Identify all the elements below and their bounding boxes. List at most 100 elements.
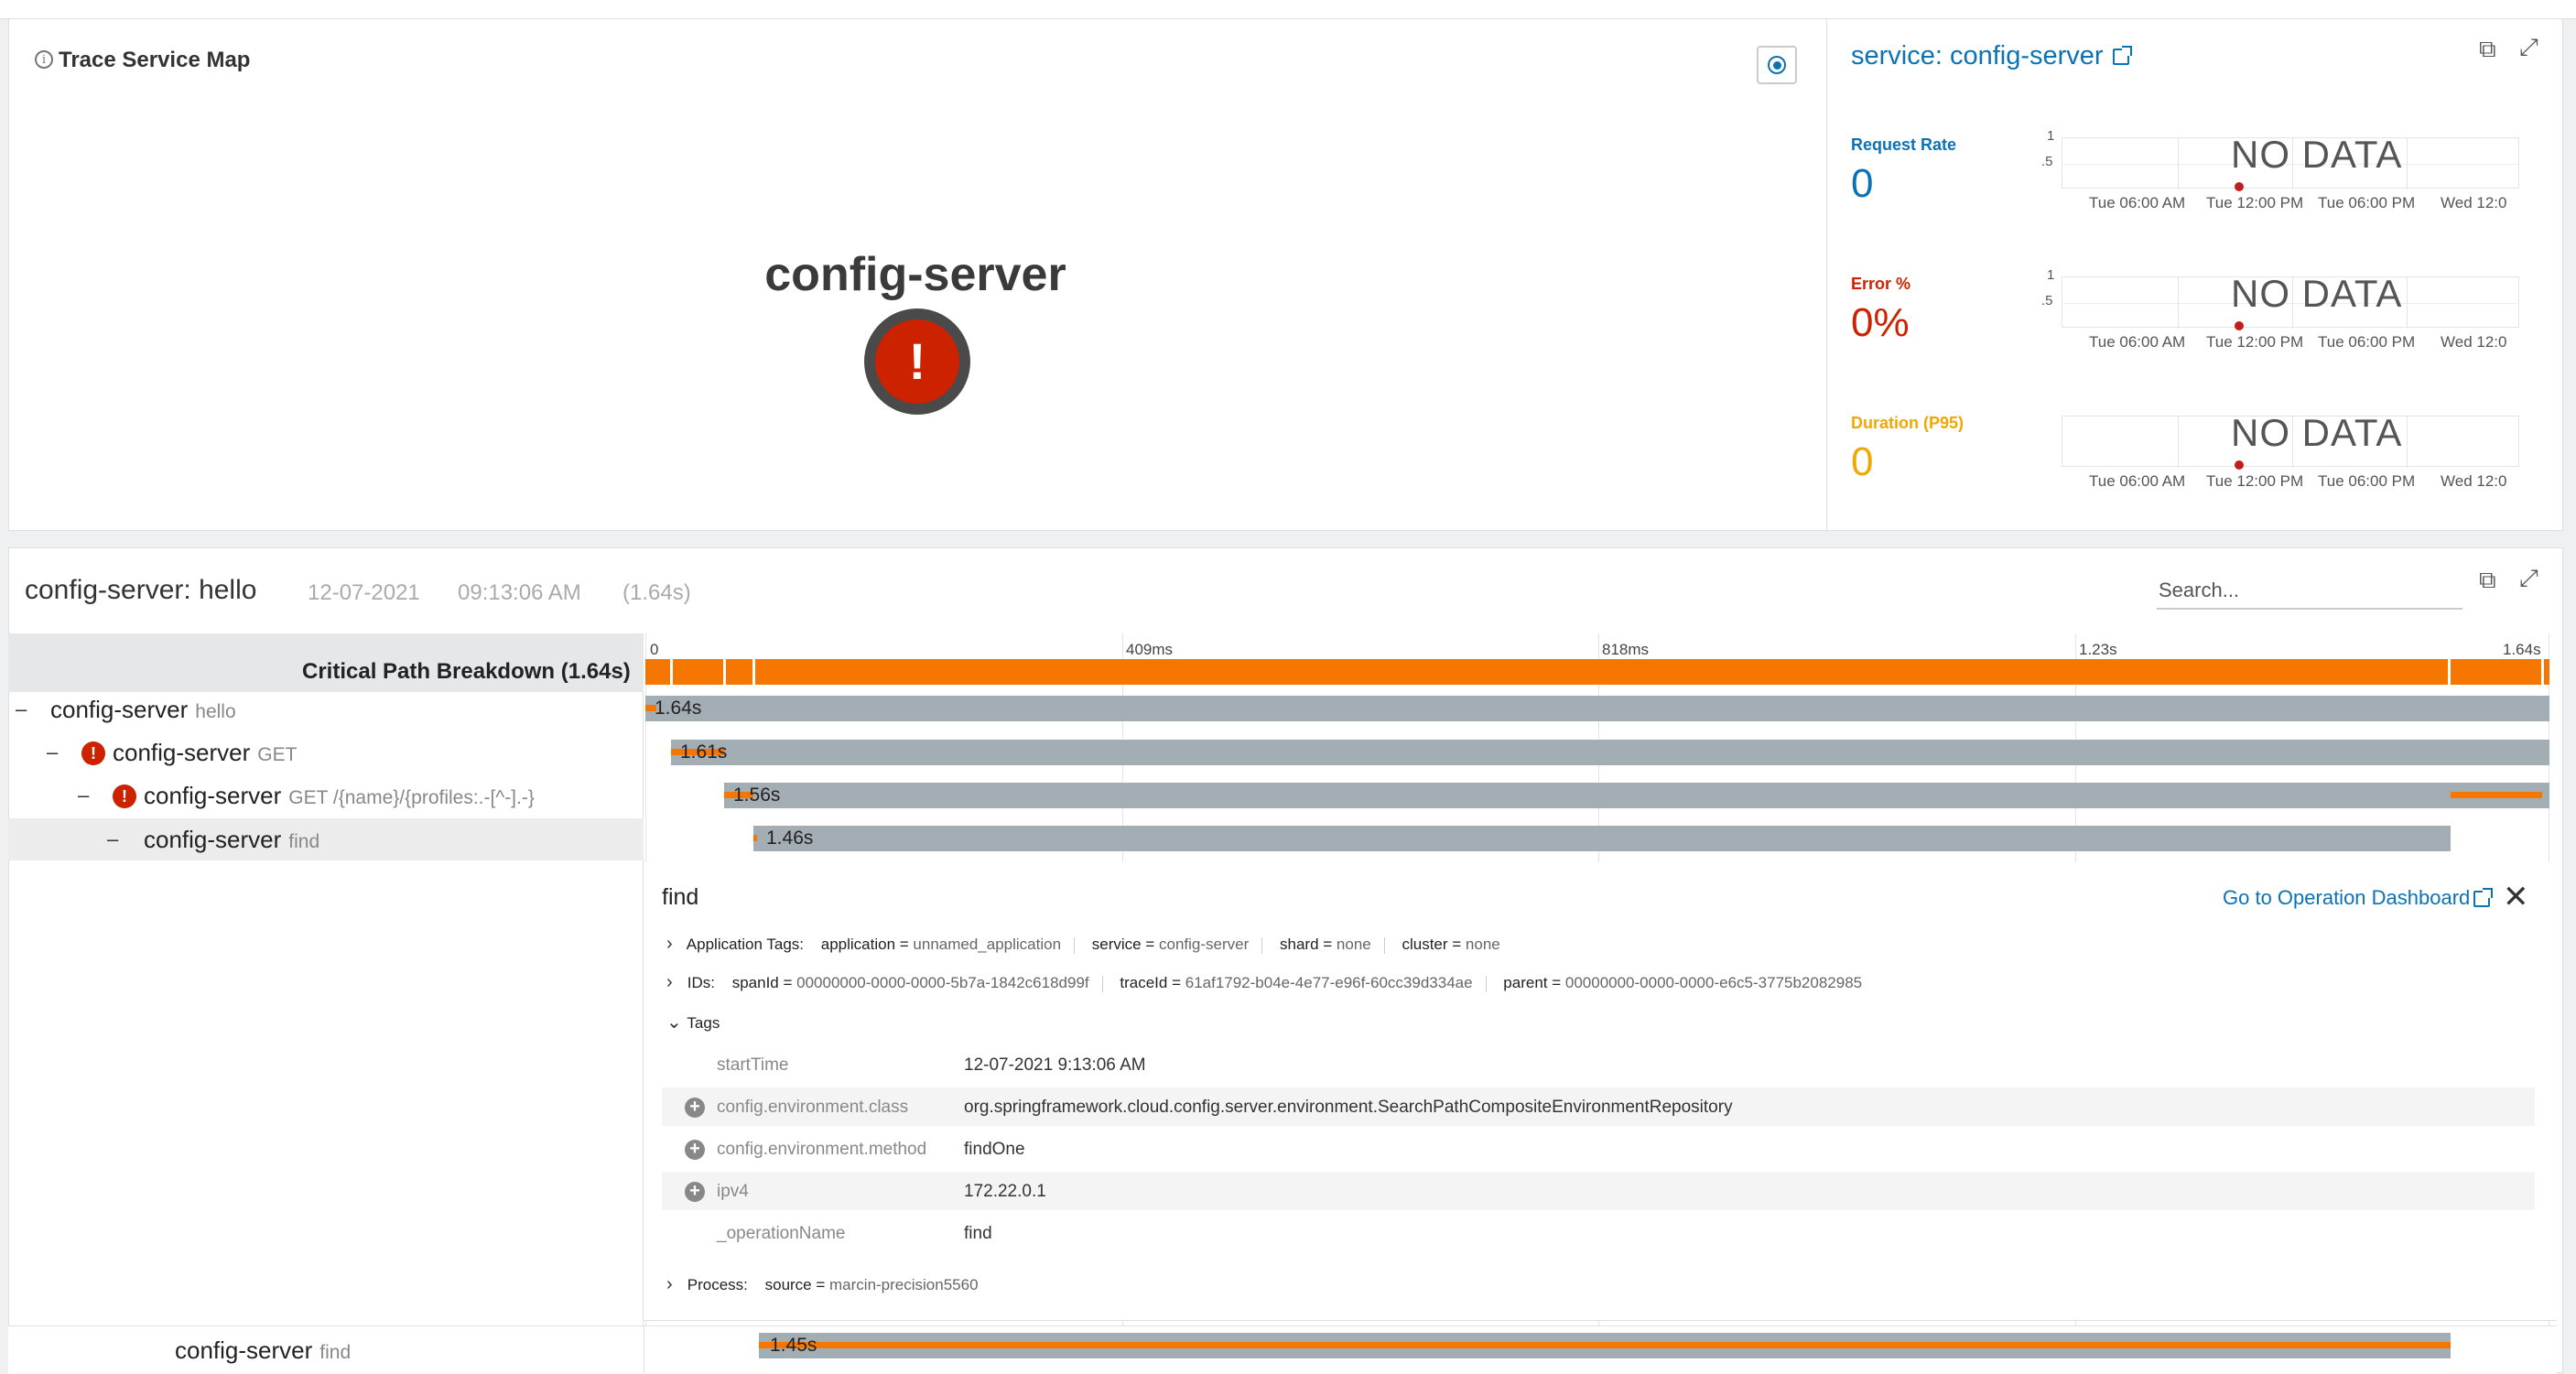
- trace-time: 09:13:06 AM: [458, 580, 581, 605]
- error-rate-label: Error %: [1851, 275, 1911, 293]
- time-tick: 409ms: [1126, 641, 1174, 658]
- chart-plot-area: NO DATA: [2062, 133, 2520, 191]
- external-link-icon: [2473, 888, 2494, 908]
- span-operation: GET /{name}/{profiles:.-[^-].-}: [288, 787, 535, 808]
- no-data-label: NO DATA: [2231, 272, 2403, 315]
- y-tick: .5: [2041, 293, 2053, 308]
- error-rate-value: 0%: [1851, 300, 1910, 345]
- time-tick: 1.64s: [2503, 641, 2541, 658]
- data-point: [2235, 182, 2244, 191]
- time-tick: 0: [650, 641, 659, 658]
- span-bar-label: 1.61s: [680, 741, 728, 763]
- error-icon: !: [875, 319, 959, 404]
- span-service: config-server: [144, 782, 282, 809]
- collapse-toggle[interactable]: –: [16, 698, 27, 721]
- error-rate-chart[interactable]: 1 .5 NO DATA Tue 06:00 AM Tue 12:00 PM T…: [2025, 267, 2520, 351]
- span-detail-title: find: [662, 884, 699, 910]
- span-bar[interactable]: 1.64s: [645, 696, 2549, 721]
- tag-value: 172.22.0.1: [964, 1182, 1046, 1201]
- duration-chart[interactable]: NO DATA Tue 06:00 AM Tue 12:00 PM Tue 06…: [2025, 406, 2519, 490]
- span-bar[interactable]: 1.45s: [759, 1333, 2451, 1358]
- span-row[interactable]: – ! config-server GET: [8, 731, 644, 774]
- span-bar[interactable]: 1.61s: [671, 740, 2549, 765]
- request-rate-label: Request Rate: [1851, 135, 1957, 154]
- tag-value: findOne: [964, 1140, 1025, 1159]
- tag-row: + config.environment.class org.springfra…: [662, 1087, 2535, 1126]
- span-row[interactable]: – config-server hello: [8, 688, 644, 730]
- span-bar-label: 1.45s: [770, 1335, 817, 1356]
- tag-key: config.environment.class: [717, 1098, 909, 1117]
- info-icon[interactable]: i: [35, 50, 53, 69]
- critical-path-bar[interactable]: [645, 659, 2549, 685]
- request-rate-chart[interactable]: 1 .5 NO DATA Tue 06:00 AM Tue 12:00 PM T…: [2025, 128, 2520, 211]
- span-row-label: config-server find: [8, 1329, 644, 1371]
- trace-title: config-server: hello: [25, 575, 257, 605]
- time-tick: 818ms: [1602, 641, 1650, 658]
- service-title-text: service: config-server: [1851, 41, 2104, 70]
- focus-button[interactable]: [1757, 46, 1797, 84]
- critical-path-label: Critical Path Breakdown (1.64s): [302, 659, 631, 684]
- duration-value: 0: [1851, 439, 1874, 484]
- ids-row[interactable]: › IDs: spanId = 00000000-0000-0000-5b7a-…: [666, 972, 1862, 993]
- application-tags-row[interactable]: › Application Tags: application = unname…: [666, 934, 1500, 955]
- add-filter-icon[interactable]: +: [685, 1140, 705, 1160]
- tag-value: find: [964, 1224, 992, 1243]
- chart-plot-area: NO DATA: [2062, 272, 2520, 330]
- chevron-right-icon[interactable]: ›: [666, 934, 683, 955]
- add-filter-icon[interactable]: +: [685, 1182, 705, 1202]
- tags-row[interactable]: ⌄ Tags: [666, 1011, 720, 1033]
- operation-dashboard-text: Go to Operation Dashboard: [2223, 886, 2471, 909]
- span-bar-label: 1.64s: [655, 698, 702, 719]
- span-service: config-server: [50, 696, 189, 723]
- tag-value: 12-07-2021 9:13:06 AM: [964, 1055, 1146, 1075]
- service-node[interactable]: !: [864, 308, 970, 415]
- service-title-link[interactable]: service: config-server: [1851, 41, 2132, 71]
- no-data-label: NO DATA: [2231, 133, 2403, 176]
- span-service: config-server: [113, 739, 251, 766]
- tag-row: startTime 12-07-2021 9:13:06 AM: [662, 1045, 2535, 1084]
- expand-icon[interactable]: ⤢: [2519, 33, 2538, 62]
- chart-plot-area: NO DATA: [2062, 411, 2519, 470]
- service-node-label[interactable]: config-server: [714, 247, 1117, 302]
- tag-key: _operationName: [717, 1224, 846, 1243]
- span-row-selected[interactable]: – config-server find: [8, 818, 644, 860]
- top-strip: [0, 0, 2576, 19]
- time-tick: 1.23s: [2079, 641, 2117, 658]
- tag-row: _operationName find: [662, 1214, 2535, 1252]
- span-bar-label: 1.46s: [766, 828, 814, 849]
- data-point: [2235, 321, 2244, 330]
- no-data-label: NO DATA: [2231, 411, 2403, 454]
- span-operation: find: [288, 831, 320, 852]
- service-map-title: Trace Service Map: [59, 48, 251, 72]
- chevron-right-icon[interactable]: ›: [666, 1274, 683, 1295]
- error-icon: !: [113, 784, 136, 808]
- span-service: config-server: [175, 1336, 313, 1364]
- collapse-toggle[interactable]: –: [47, 741, 58, 764]
- duration-label: Duration (P95): [1851, 414, 1964, 432]
- error-icon: !: [81, 741, 105, 765]
- restore-icon[interactable]: ⧉: [2479, 566, 2496, 595]
- span-bar[interactable]: 1.56s: [724, 783, 2549, 808]
- tag-key: ipv4: [717, 1182, 749, 1201]
- y-tick: 1: [2047, 128, 2055, 144]
- span-operation: find: [319, 1342, 352, 1363]
- span-bar[interactable]: 1.46s: [753, 826, 2451, 851]
- tag-value: org.springframework.cloud.config.server.…: [964, 1098, 1733, 1117]
- span-operation: GET: [257, 744, 298, 765]
- collapse-toggle[interactable]: –: [78, 784, 89, 807]
- restore-icon[interactable]: ⧉: [2479, 35, 2496, 64]
- trace-duration: (1.64s): [622, 580, 691, 605]
- y-tick: .5: [2041, 154, 2053, 169]
- collapse-toggle[interactable]: –: [107, 828, 118, 851]
- trace-search-input[interactable]: [2157, 573, 2462, 610]
- close-icon[interactable]: ✕: [2503, 879, 2529, 915]
- chevron-down-icon[interactable]: ⌄: [666, 1011, 683, 1033]
- tag-key: startTime: [717, 1055, 789, 1075]
- span-row[interactable]: – ! config-server GET /{name}/{profiles:.…: [8, 774, 644, 817]
- operation-dashboard-link[interactable]: Go to Operation Dashboard: [2223, 886, 2494, 910]
- process-row[interactable]: › Process: source = marcin-precision5560: [666, 1274, 979, 1295]
- chevron-right-icon[interactable]: ›: [666, 972, 683, 993]
- expand-icon[interactable]: ⤢: [2519, 564, 2538, 593]
- tag-row: + ipv4 172.22.0.1: [662, 1172, 2535, 1210]
- add-filter-icon[interactable]: +: [685, 1098, 705, 1118]
